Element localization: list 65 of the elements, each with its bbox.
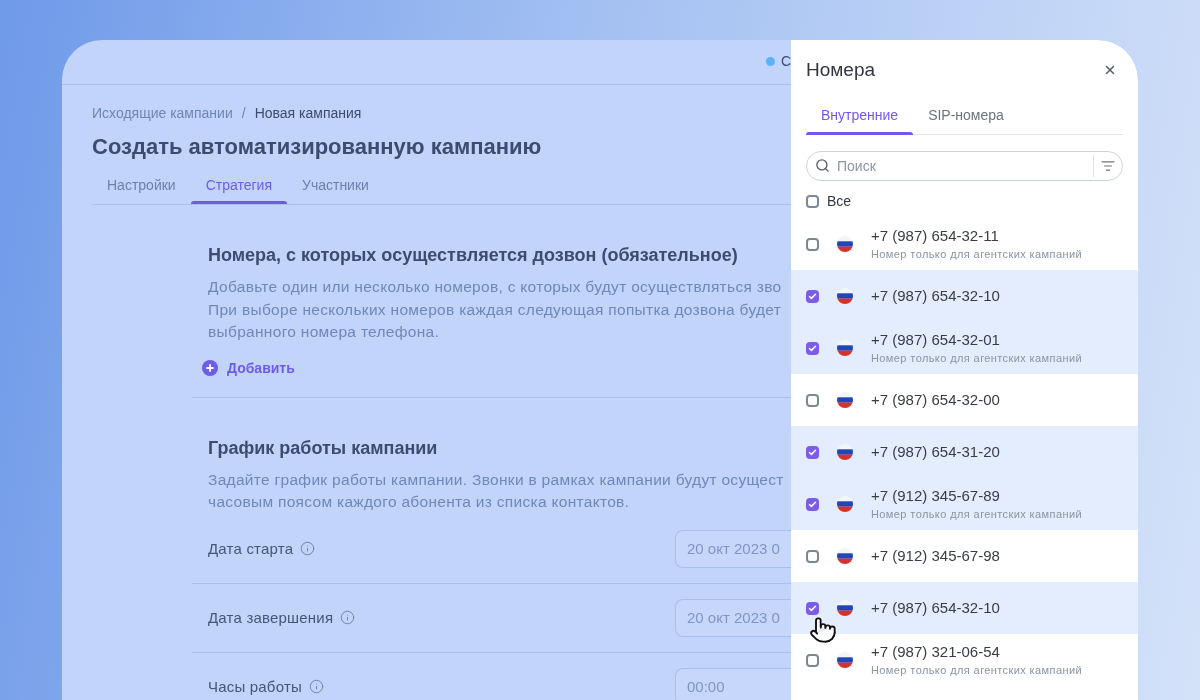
date-input[interactable]: 20 окт 2023 0 [675,598,791,637]
checkbox[interactable] [806,653,819,667]
checkbox[interactable] [806,393,819,407]
drawer-title: Номера [806,59,876,81]
flag-icon [837,392,853,408]
info-icon[interactable] [300,541,316,556]
field-label: Дата завершения [208,608,334,627]
phone-number: +7 (987) 654-32-00 [871,391,1000,409]
info-icon[interactable] [340,610,356,625]
phone-number: +7 (912) 345-67-98 [871,547,1000,565]
page-title: Создать автоматизированную кампанию [92,133,543,161]
close-icon[interactable] [1103,63,1117,77]
search-icon [815,158,830,173]
checkbox[interactable] [806,601,819,615]
checkbox[interactable] [806,497,819,511]
hand-cursor-icon [809,616,837,644]
checkbox[interactable] [806,194,819,208]
flag-icon [837,496,853,512]
number-row[interactable]: +7 (987) 654-32-10 [791,270,1138,322]
section-heading: Номера, с которых осуществляется дозвон (обязательное) [208,244,739,267]
section-description: Добавьте один или несколько номеров, с которых будут осуществляться зво При выборе нескольких номеров каждая следующая попытка дозвона будет выбранного номера телефона. [208,277,783,342]
number-row[interactable]: +7 (987) 654-32-01 Номер только для агентских кампаний [791,322,1138,374]
checkbox[interactable] [806,445,819,459]
checkbox[interactable] [806,289,819,303]
phone-number: +7 (987) 654-31-20 [871,443,1000,461]
number-note: Номер только для агентских кампаний [871,247,1082,261]
plus-icon [202,359,218,376]
flag-icon [837,600,853,616]
number-note: Номер только для агентских кампаний [871,507,1082,521]
checkbox-label: Все [827,193,852,209]
status-text: С [780,53,791,69]
phone-number: +7 (987) 654-32-11 [871,227,1000,245]
flag-icon [837,340,853,356]
phone-number: +7 (987) 654-32-10 [871,287,1000,305]
flag-icon [837,236,853,252]
breadcrumb-current: Новая кампания [254,105,362,121]
search-field[interactable]: Поиск [806,151,1123,181]
number-note: Номер только для агентских кампаний [871,351,1082,365]
tab[interactable]: SIP-номера [913,98,1019,134]
section-heading: График работы кампании [208,436,439,460]
checkbox[interactable] [806,341,819,355]
number-note: Номер только для агентских кампаний [871,663,1082,677]
date-input[interactable]: 00:00 [675,667,791,700]
phone-number: +7 (987) 654-32-10 [871,599,1000,617]
breadcrumb-separator: / [241,105,246,121]
checkbox[interactable] [806,237,819,251]
section-description: Задайте график работы кампании. Звонки в рамках кампании будут осущест часовым поясом каждого абонента из списка контактов. [208,469,785,512]
flag-icon [837,444,853,460]
number-row[interactable]: +7 (987) 654-31-20 [791,426,1138,478]
phone-number: +7 (912) 345-67-89 [871,487,1001,505]
number-row[interactable]: +7 (987) 654-32-10 [791,582,1138,634]
info-icon[interactable] [308,679,324,694]
flag-icon [837,652,853,668]
filter-icon[interactable] [1101,159,1115,173]
phone-number: +7 (987) 321-06-54 [871,643,1001,661]
date-input[interactable]: 20 окт 2023 0 [675,529,791,568]
status-dot-icon [765,56,775,66]
checkbox[interactable] [806,549,819,563]
number-row[interactable]: +7 (912) 345-67-89 Номер только для агентских кампаний [791,478,1138,530]
flag-icon [837,548,853,564]
flag-icon [837,288,853,304]
tab[interactable]: Внутренние [806,98,914,134]
phone-number: +7 (987) 654-32-01 [871,331,1001,349]
field-label: Дата старта [208,539,294,558]
field-label: Часы работы [208,677,302,696]
